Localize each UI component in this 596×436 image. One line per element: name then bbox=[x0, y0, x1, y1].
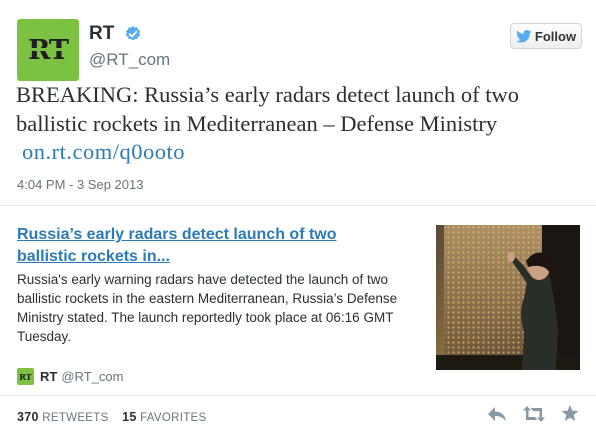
divider bbox=[0, 205, 596, 206]
twitter-bird-icon bbox=[516, 29, 532, 42]
avatar-logo: RT bbox=[23, 34, 73, 66]
radar-operator-photo bbox=[436, 225, 580, 370]
source-handle: @RT_com bbox=[61, 369, 124, 384]
tweet-timestamp[interactable]: 4:04 PM - 3 Sep 2013 bbox=[17, 177, 143, 192]
card-source[interactable]: RT RT @RT_com bbox=[17, 368, 123, 385]
tweet-text: BREAKING: Russia’s early radars detect l… bbox=[16, 82, 519, 136]
follow-button[interactable]: Follow bbox=[510, 23, 582, 49]
display-name[interactable]: RT bbox=[89, 23, 114, 45]
card-title-link[interactable]: Russia’s early radars detect launch of t… bbox=[17, 224, 397, 268]
card-thumbnail-image[interactable] bbox=[436, 225, 580, 370]
card-description: Russia's early warning radars have detec… bbox=[17, 272, 398, 344]
author-handle[interactable]: @RT_com bbox=[89, 50, 170, 70]
verified-badge-icon bbox=[125, 26, 140, 41]
follow-label: Follow bbox=[534, 28, 577, 44]
retweets-label[interactable]: RETWEETS bbox=[42, 412, 108, 424]
author-block[interactable]: RT @RT_com bbox=[89, 23, 170, 70]
tweet-stats: 370 RETWEETS 15 FAVORITES bbox=[17, 410, 206, 424]
source-logo: RT bbox=[17, 368, 34, 385]
avatar[interactable]: RT bbox=[17, 19, 79, 81]
source-name: RT bbox=[40, 369, 58, 384]
retweet-icon[interactable] bbox=[523, 405, 545, 422]
tweet-link[interactable]: on.rt.com/q0ooto bbox=[22, 139, 185, 165]
divider bbox=[0, 395, 596, 396]
favorites-label[interactable]: FAVORITES bbox=[140, 412, 206, 424]
tweet-header: RT RT @RT_com Follow bbox=[14, 13, 582, 81]
favorite-icon[interactable] bbox=[561, 405, 579, 422]
retweets-count[interactable]: 370 bbox=[17, 410, 39, 424]
reply-icon[interactable] bbox=[487, 406, 507, 422]
favorites-count[interactable]: 15 bbox=[122, 410, 137, 424]
tweet-actions bbox=[487, 405, 579, 422]
